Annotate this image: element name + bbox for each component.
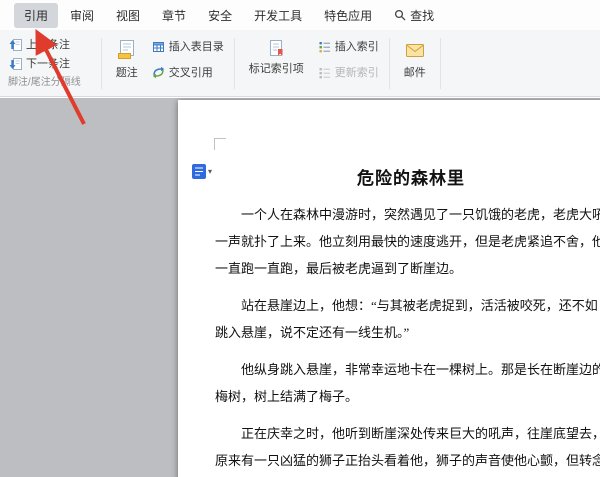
tab-developer-tools[interactable]: 开发工具 (244, 3, 312, 28)
wps-writer-window: 引用 审阅 视图 章节 安全 开发工具 特色应用 查找 上一条注 下一条注 脚注… (0, 0, 600, 97)
page-format-icon (192, 164, 206, 179)
ribbon-group-separator (389, 38, 390, 89)
mark-index-entry-label: 标记索引项 (249, 60, 304, 76)
update-index-icon (318, 66, 331, 79)
arrow-up-page-icon (9, 38, 22, 51)
document-page[interactable]: ▾ 危险的森林里 一个人在森林中漫游时，突然遇见了一只饥饿的老虎，老虎大吼一声就… (178, 100, 600, 477)
arrow-down-page-icon (9, 57, 22, 70)
caption-label: 题注 (116, 64, 138, 80)
ribbon-group-separator (101, 38, 102, 89)
paragraph-4: 正在庆幸之时，他听到断崖深处传来巨大的吼声，往崖底望去，原来有一只凶猛的狮子正抬… (215, 420, 600, 474)
paragraph-3: 他纵身跳入悬崖，非常幸运地卡在一棵树上。那是长在断崖边的梅树，树上结满了梅子。 (215, 356, 600, 410)
document-content: 危险的森林里 一个人在森林中漫游时，突然遇见了一只饥饿的老虎，老虎大吼一声就扑了… (215, 140, 600, 477)
mail-label: 邮件 (404, 64, 426, 80)
footnote-endnote-separator-button[interactable]: 脚注/尾注分隔线 (4, 73, 86, 88)
mark-index-entry-icon (267, 39, 285, 57)
paragraph-format-marker[interactable]: ▾ (192, 164, 212, 179)
paragraph-2: 站在悬崖边上，他想：“与其被老虎捉到，活活被咬死，还不如跳入悬崖，说不定还有一线… (215, 292, 600, 346)
previous-footnote-button[interactable]: 上一条注 (4, 35, 86, 53)
caption-icon (116, 39, 138, 61)
insert-index-button[interactable]: 插入索引 (313, 37, 384, 55)
index-group: 插入索引 更新索引 (313, 35, 384, 92)
tab-find[interactable]: 查找 (384, 3, 444, 28)
tab-special-features[interactable]: 特色应用 (314, 3, 382, 28)
previous-footnote-label: 上一条注 (26, 36, 70, 52)
insert-index-icon (318, 40, 331, 53)
tab-references[interactable]: 引用 (14, 3, 58, 28)
ribbon-group-separator (234, 38, 235, 89)
document-canvas: ▾ 危险的森林里 一个人在森林中漫游时，突然遇见了一只饥饿的老虎，老虎大吼一声就… (0, 98, 600, 477)
ribbon-group-separator (440, 38, 441, 89)
footnote-endnote-separator-label: 脚注/尾注分隔线 (8, 73, 81, 88)
update-index-label: 更新索引 (335, 64, 379, 80)
tab-view[interactable]: 视图 (106, 3, 150, 28)
tab-review[interactable]: 审阅 (60, 3, 104, 28)
document-title: 危险的森林里 (215, 166, 600, 192)
mark-index-entry-button[interactable]: 标记索引项 (240, 35, 313, 92)
footnote-nav-group: 上一条注 下一条注 脚注/尾注分隔线 (4, 35, 96, 92)
dropdown-caret-icon: ▾ (208, 164, 212, 176)
tab-section[interactable]: 章节 (152, 3, 196, 28)
insert-table-of-figures-label: 插入表目录 (169, 38, 224, 54)
tab-security[interactable]: 安全 (198, 3, 242, 28)
insert-index-label: 插入索引 (335, 38, 379, 54)
next-footnote-button[interactable]: 下一条注 (4, 54, 86, 72)
tab-find-label: 查找 (410, 7, 434, 24)
cross-reference-label: 交叉引用 (169, 64, 213, 80)
caption-button[interactable]: 题注 (107, 35, 147, 92)
cross-reference-button[interactable]: 交叉引用 (147, 63, 229, 81)
update-index-button[interactable]: 更新索引 (313, 63, 384, 81)
mail-icon (404, 39, 426, 61)
menu-tab-bar: 引用 审阅 视图 章节 安全 开发工具 特色应用 查找 (0, 0, 600, 30)
search-icon (394, 9, 406, 21)
table-of-figures-icon (152, 40, 165, 53)
next-footnote-label: 下一条注 (26, 55, 70, 71)
paragraph-1: 一个人在森林中漫游时，突然遇见了一只饥饿的老虎，老虎大吼一声就扑了上来。他立刻用… (215, 201, 600, 282)
mail-button[interactable]: 邮件 (395, 35, 435, 92)
reference-insert-group: 插入表目录 交叉引用 (147, 35, 229, 92)
cross-reference-icon (152, 66, 165, 79)
ribbon-references: 上一条注 下一条注 脚注/尾注分隔线 题注 插入表目录 交叉引用 (0, 30, 600, 97)
insert-table-of-figures-button[interactable]: 插入表目录 (147, 37, 229, 55)
